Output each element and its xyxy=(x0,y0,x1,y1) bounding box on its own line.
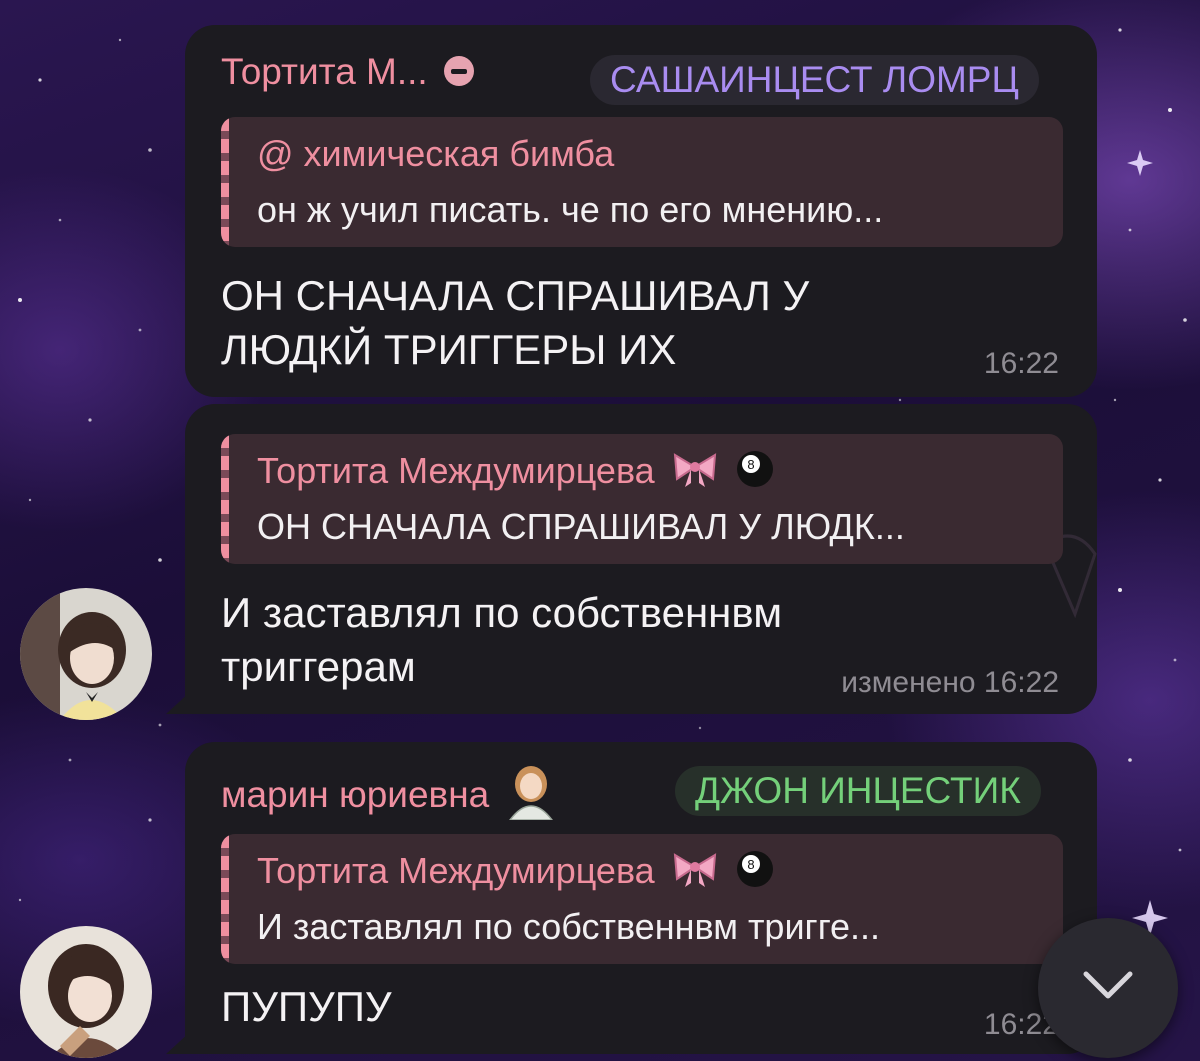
message-time: изменено 16:22 xyxy=(841,666,1059,699)
quote-text: И заставлял по собственнвм тригге... xyxy=(257,906,881,947)
avatar-image xyxy=(20,926,152,1058)
sender-name[interactable]: марин юриевна xyxy=(221,766,558,826)
quote-author: Тортита Междумирцева 8 xyxy=(257,850,775,893)
quote-author: Тортита Междумирцева 8 xyxy=(257,450,775,493)
minus-circle-icon xyxy=(443,56,474,87)
8-ball-emoji: 8 xyxy=(736,451,773,488)
bubble-tail xyxy=(166,1032,190,1054)
8-ball-emoji: 8 xyxy=(736,851,773,888)
avatar[interactable] xyxy=(20,926,152,1058)
quote-text: он ж учил писать. че по его мнению... xyxy=(257,189,884,230)
bubble-tail xyxy=(166,692,190,714)
reply-quote[interactable]: Тортита Междумирцева 8 И заставлял по со… xyxy=(221,834,1063,964)
avatar-image xyxy=(20,588,152,720)
message-bubble[interactable]: Тортита Междумирцева 8 ОН СНАЧАЛА СПРАШИ… xyxy=(185,404,1097,714)
message-bubble[interactable]: марин юриевна ДЖОН ИНЦЕСТИК Тортита Межд… xyxy=(185,742,1097,1054)
message-text: ПУПУПУ xyxy=(221,983,392,1030)
avatar[interactable] xyxy=(20,588,152,720)
person-emoji xyxy=(508,766,553,820)
chevron-down-icon xyxy=(1083,971,1133,999)
member-tag: САШАИНЦЕСТ ЛОМРЦ xyxy=(590,55,1039,105)
ribbon-bow-emoji xyxy=(673,853,716,888)
reply-quote[interactable]: @ химическая бимба он ж учил писать. че … xyxy=(221,117,1063,247)
member-tag: ДЖОН ИНЦЕСТИК xyxy=(675,766,1041,816)
message-text: ОН СНАЧАЛА СПРАШИВАЛ У ЛЮДКЙ ТРИГГЕРЫ ИХ xyxy=(221,272,810,373)
scroll-down-button[interactable] xyxy=(1038,918,1178,1058)
quote-bar xyxy=(221,434,229,564)
message-bubble[interactable]: Тортита М... САШАИНЦЕСТ ЛОМРЦ @ химическ… xyxy=(185,25,1097,397)
message-text: И заставлял по собственнвм триггерам xyxy=(221,589,783,690)
quote-text: ОН СНАЧАЛА СПРАШИВАЛ У ЛЮДК... xyxy=(257,506,905,547)
message-time: 16:22 xyxy=(983,347,1059,380)
sender-name[interactable]: Тортита М... xyxy=(221,51,474,93)
ribbon-bow-emoji xyxy=(673,453,716,488)
quote-author: @ химическая бимба xyxy=(257,133,615,174)
reply-quote[interactable]: Тортита Междумирцева 8 ОН СНАЧАЛА СПРАШИ… xyxy=(221,434,1063,564)
quote-bar xyxy=(221,117,229,247)
svg-text:8: 8 xyxy=(747,457,754,472)
quote-bar xyxy=(221,834,229,964)
svg-text:8: 8 xyxy=(747,857,754,872)
